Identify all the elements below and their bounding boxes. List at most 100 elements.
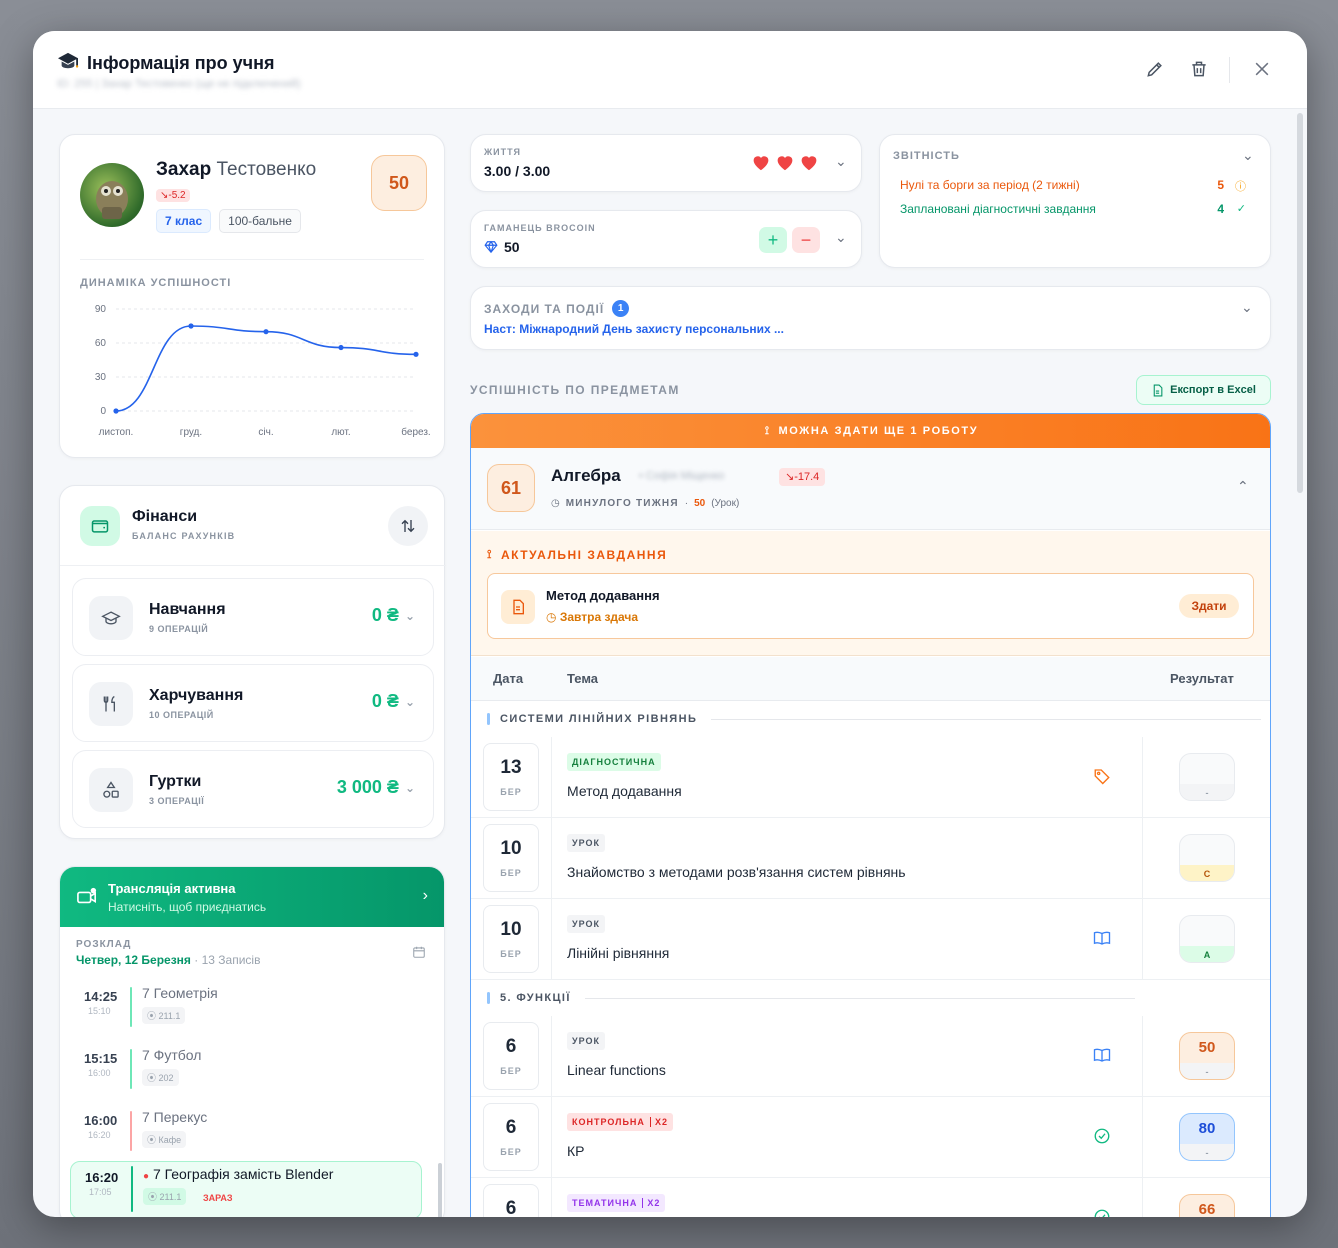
- date-month: БЕР: [500, 1066, 522, 1076]
- schedule-item-time: 15:15: [84, 1051, 118, 1066]
- date-box: 6БЕР: [483, 1184, 539, 1217]
- student-name: Захар Тестовенко: [156, 159, 316, 181]
- schedule-item-name: 7 Географія замість Blender: [152, 1166, 334, 1182]
- chevron-down-icon: ⌄: [835, 229, 847, 245]
- date-day: 6: [505, 1117, 517, 1138]
- x-tick-label: лют.: [331, 427, 350, 438]
- schedule-item-name: 7 Перекус: [142, 1109, 208, 1125]
- task-card[interactable]: Метод додавання ◷ Завтра здача Здати: [487, 573, 1254, 639]
- result-box[interactable]: A: [1179, 915, 1235, 963]
- topic-text: Linear functions: [567, 1062, 666, 1078]
- finance-item-clubs[interactable]: Гуртки 3 ОПЕРАЦІЇ 3 000 ₴ ⌄: [72, 750, 434, 828]
- chevron-down-icon: ⌄: [404, 608, 415, 623]
- result-box[interactable]: 80 -: [1179, 1113, 1235, 1161]
- schedule-item-name-wrap: ● 7 Географія замість Blender: [143, 1166, 333, 1182]
- grades-table-header: Дата Тема Результат: [471, 657, 1270, 701]
- work-type-tag: УРОК: [567, 834, 605, 852]
- section-divider: [584, 997, 1135, 999]
- result-box[interactable]: C: [1179, 834, 1235, 882]
- subject-trend-value: -17.4: [794, 471, 820, 483]
- report-item-diagnostics[interactable]: Заплановані діагностичні завдання 4 ✓: [900, 202, 1250, 220]
- data-point[interactable]: [413, 351, 419, 357]
- report-card: Звітність ⌄ Нулі та борги за період (2 т…: [879, 134, 1271, 268]
- heart-icon: [801, 156, 817, 171]
- book-icon: [1093, 929, 1111, 947]
- data-point[interactable]: [113, 408, 119, 414]
- schedule-scrollbar[interactable]: [438, 1163, 442, 1217]
- finance-item-ops: 3 ОПЕРАЦІЇ: [149, 796, 205, 806]
- date-box: 13 БЕР: [483, 743, 539, 811]
- wallet-add-button[interactable]: +: [759, 227, 787, 253]
- result-grade: -: [1180, 1063, 1234, 1079]
- column-divider: [1142, 1016, 1143, 1097]
- shapes-icon: [89, 768, 133, 812]
- result-box[interactable]: 50 -: [1179, 1032, 1235, 1080]
- schedule-item[interactable]: 16:00 16:20 7 Перекус ⦿ Кафе: [70, 1105, 422, 1163]
- stream-banner[interactable]: Трансляція активна Натисніть, щоб приєдн…: [60, 867, 444, 927]
- column-divider: [551, 818, 552, 899]
- work-type-tag: ТЕМАТИЧНА X2: [567, 1194, 666, 1212]
- events-card[interactable]: Заходи та події 1 Наст: Міжнародний День…: [470, 286, 1271, 350]
- close-button[interactable]: [1250, 57, 1274, 81]
- schedule-item-bar: [130, 1049, 132, 1089]
- date-day: 6: [505, 1198, 517, 1217]
- result-box[interactable]: 66: [1179, 1194, 1235, 1217]
- submit-banner-text: Можна здати ще 1 роботу: [778, 425, 979, 437]
- chevron-up-icon[interactable]: ⌃: [1237, 478, 1249, 495]
- subject-header[interactable]: 61 Алгебра • Софія Міщенко ↘-17.4 ◷ Мину…: [471, 448, 1270, 530]
- submit-banner: ⟟ Можна здати ще 1 роботу: [471, 414, 1270, 448]
- events-label: Заходи та події: [484, 301, 605, 316]
- wallet-card[interactable]: Гаманець BroCoin 50 + − ⌄: [470, 210, 862, 268]
- check-circle-icon: [1093, 1127, 1111, 1145]
- close-icon: [1255, 62, 1269, 76]
- section-title-text: 5. Функції: [500, 992, 571, 1004]
- submit-task-button[interactable]: Здати: [1179, 594, 1239, 618]
- grade-row[interactable]: 6 БЕР УРОК Linear functions 50 -: [471, 1016, 1270, 1097]
- column-divider: [1142, 737, 1143, 818]
- x-tick-label: груд.: [180, 427, 202, 438]
- modal-scrollbar[interactable]: [1297, 113, 1303, 493]
- meta-dot: ·: [684, 498, 689, 509]
- finance-item-food[interactable]: Харчування 10 ОПЕРАЦІЙ 0 ₴ ⌄: [72, 664, 434, 742]
- stream-schedule-card: Трансляція активна Натисніть, щоб приєдн…: [59, 866, 445, 1217]
- date-day: 6: [505, 1036, 517, 1057]
- heart-icon: [753, 156, 769, 171]
- schedule-item[interactable]: 15:15 16:00 7 Футбол ⦿ 202: [70, 1043, 422, 1101]
- result-grade: C: [1180, 865, 1234, 881]
- grade-row[interactable]: 6 БЕР КОНТРОЛЬНА X2 КР 80 -: [471, 1097, 1270, 1178]
- grade-row[interactable]: 10 БЕР УРОК Знайомство з методами розв'язан…: [471, 818, 1270, 899]
- finance-item-amount: 0 ₴: [371, 605, 399, 625]
- report-label: Звітність: [893, 150, 960, 162]
- data-point[interactable]: [263, 329, 269, 335]
- schedule-item-end: 15:10: [88, 1006, 111, 1016]
- schedule-item-end: 16:20: [88, 1130, 111, 1140]
- schedule-item[interactable]: 14:25 15:10 7 Геометрія ⦿ 211.1: [70, 981, 422, 1039]
- grade-row[interactable]: 10 БЕР УРОК Лінійні рівняння A: [471, 899, 1270, 980]
- chevron-down-icon[interactable]: ⌄: [1242, 147, 1254, 164]
- grade-row[interactable]: 13 БЕР ДІАГНОСТИЧНА Метод додавання -: [471, 737, 1270, 818]
- result-grade: -: [1180, 784, 1234, 800]
- result-box[interactable]: -: [1179, 753, 1235, 801]
- schedule-item-current[interactable]: 16:20 17:05 ● 7 Географія замість Blende…: [70, 1161, 422, 1217]
- wallet-subtract-button[interactable]: −: [792, 227, 820, 253]
- column-divider: [1142, 899, 1143, 980]
- chevron-down-icon: ⌄: [1241, 299, 1253, 315]
- export-excel-button[interactable]: Експорт в Excel: [1136, 375, 1271, 405]
- data-point[interactable]: [188, 323, 194, 329]
- heart-icon: [777, 156, 793, 171]
- dynamics-title: Динаміка успішності: [80, 277, 232, 289]
- subject-meta: ◷ Минулого тижня · 50 (Урок): [551, 498, 739, 509]
- life-card[interactable]: Життя 3.00 / 3.00 ⌄: [470, 134, 862, 192]
- finance-item-education[interactable]: Навчання 9 ОПЕРАЦІЙ 0 ₴ ⌄: [72, 578, 434, 656]
- data-point[interactable]: [338, 344, 344, 351]
- report-item-debts[interactable]: Нулі та борги за період (2 тижні) 5 ⓘ: [900, 178, 1250, 196]
- edit-button[interactable]: [1143, 57, 1167, 81]
- calendar-icon[interactable]: [412, 945, 426, 964]
- swap-button[interactable]: [388, 506, 428, 546]
- finance-item-amount: 3 000 ₴: [336, 777, 399, 797]
- stream-title: Трансляція активна: [108, 881, 236, 896]
- delete-button[interactable]: [1187, 57, 1211, 81]
- grade-row[interactable]: 6БЕР ТЕМАТИЧНА X2 66: [471, 1178, 1270, 1217]
- utensils-icon: [89, 682, 133, 726]
- student-score-badge: 50: [371, 155, 427, 211]
